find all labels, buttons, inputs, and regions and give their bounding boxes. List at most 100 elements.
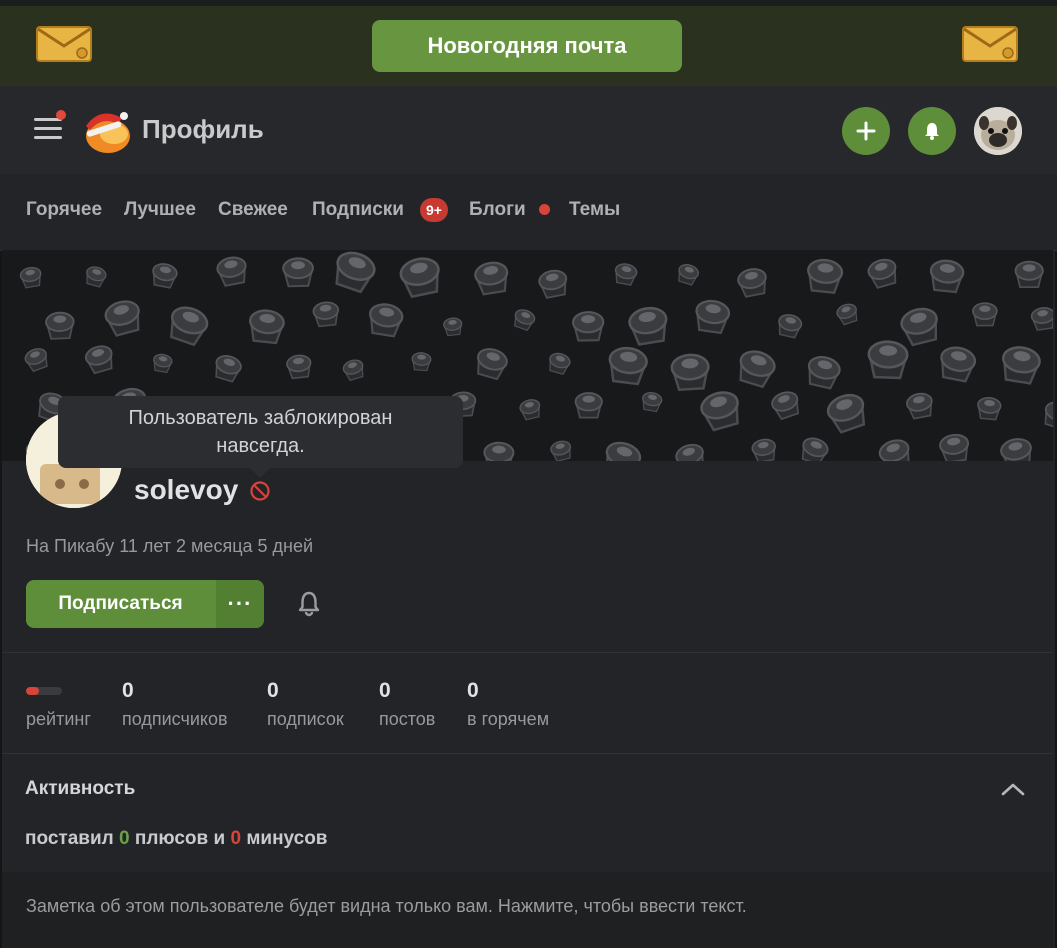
cupcake-pattern-icon	[538, 269, 568, 299]
cupcake-pattern-icon	[614, 263, 638, 286]
posts-label[interactable]: постов	[379, 709, 435, 730]
cupcake-pattern-icon	[249, 309, 285, 345]
tab-fresh[interactable]: Свежее	[218, 199, 288, 221]
following-count[interactable]: 0	[267, 679, 279, 703]
cupcake-pattern-icon	[369, 303, 404, 338]
feed-tabs: Горячее Лучшее Свежее Подписки 9+ Блоги …	[0, 174, 1057, 251]
cupcake-pattern-icon	[642, 391, 663, 413]
add-post-button[interactable]	[842, 107, 890, 155]
cupcake-pattern-icon	[86, 266, 107, 288]
cupcake-pattern-icon	[605, 441, 642, 461]
new-year-mail-button[interactable]: Новогодняя почта	[372, 20, 682, 72]
page-title: Профиль	[142, 114, 264, 144]
cupcake-pattern-icon	[801, 437, 829, 461]
cupcake-pattern-icon	[169, 306, 209, 347]
blogs-new-dot	[539, 204, 550, 215]
cupcake-pattern-icon	[1014, 260, 1044, 289]
hot-count[interactable]: 0	[467, 679, 479, 703]
chevron-up-icon[interactable]	[1000, 780, 1026, 798]
cupcake-pattern-icon	[335, 251, 376, 294]
cupcake-pattern-icon	[900, 307, 938, 347]
menu-icon[interactable]	[34, 110, 66, 144]
cupcake-pattern-icon	[514, 309, 536, 332]
subscriptions-badge: 9+	[420, 198, 448, 222]
cupcake-pattern-icon	[906, 392, 933, 420]
cupcake-pattern-icon	[670, 353, 710, 391]
tab-best[interactable]: Лучшее	[124, 199, 196, 221]
cupcake-pattern-icon	[474, 261, 509, 296]
notification-dot	[56, 110, 66, 120]
cupcake-pattern-icon	[550, 440, 572, 461]
notifications-button[interactable]	[908, 107, 956, 155]
cupcake-pattern-icon	[929, 259, 965, 294]
cupcake-pattern-icon	[477, 348, 508, 381]
rating-label: рейтинг	[26, 709, 91, 729]
envelope-icon[interactable]	[962, 26, 1018, 62]
tab-blogs[interactable]: Блоги	[469, 199, 526, 221]
pikabu-logo[interactable]	[80, 104, 132, 156]
followers-count[interactable]: 0	[122, 679, 134, 703]
cupcake-pattern-icon	[572, 311, 605, 342]
user-note-placeholder[interactable]: Заметка об этом пользователе будет видна…	[26, 896, 747, 917]
cupcake-pattern-icon	[45, 311, 75, 340]
cupcake-pattern-icon	[342, 359, 364, 382]
activity-suffix: минусов	[246, 828, 328, 849]
activity-title: Активность	[25, 778, 136, 799]
cupcake-pattern-icon	[312, 301, 340, 328]
subscribe-button[interactable]: Подписаться	[26, 580, 215, 628]
cupcake-pattern-icon	[739, 350, 776, 389]
cupcake-pattern-icon	[153, 353, 173, 374]
tooltip-line-2: навсегда.	[216, 435, 305, 457]
member-since: На Пикабу 11 лет 2 месяца 5 дней	[26, 536, 314, 556]
more-options-button[interactable]: ···	[216, 580, 264, 628]
promo-bar: Новогодняя почта	[0, 0, 1057, 86]
pug-avatar-image	[974, 107, 1022, 155]
bell-icon	[925, 123, 939, 140]
plus-icon	[856, 121, 876, 141]
user-avatar[interactable]	[974, 107, 1022, 155]
cupcake-pattern-icon	[939, 433, 970, 461]
activity-middle: плюсов и	[134, 828, 226, 849]
cupcake-pattern-icon	[807, 356, 841, 390]
cupcake-pattern-icon	[19, 266, 42, 289]
cupcake-pattern-icon	[678, 264, 700, 286]
tab-subscriptions[interactable]: Подписки	[312, 199, 404, 221]
tab-hot[interactable]: Горячее	[26, 199, 102, 221]
followers-label[interactable]: подписчиков	[122, 709, 228, 730]
cupcake-pattern-icon	[695, 299, 731, 335]
cupcake-pattern-icon	[807, 258, 844, 295]
tab-topics[interactable]: Темы	[569, 199, 620, 221]
cupcake-pattern-icon	[399, 257, 440, 299]
cupcake-pattern-icon	[574, 392, 603, 419]
posts-count[interactable]: 0	[379, 679, 391, 703]
cupcake-pattern-icon	[737, 268, 767, 298]
cupcake-pattern-icon	[411, 352, 432, 372]
cupcake-pattern-icon	[826, 393, 866, 434]
cupcake-pattern-icon	[152, 263, 178, 289]
cupcake-pattern-icon	[286, 354, 312, 380]
cupcake-pattern-icon	[215, 355, 242, 383]
bell-icon[interactable]	[296, 590, 322, 618]
cupcake-pattern-icon	[940, 346, 977, 383]
following-label[interactable]: подписок	[267, 709, 344, 730]
minus-count: 0	[230, 828, 242, 849]
cupcake-pattern-icon	[549, 352, 571, 376]
header: Профиль	[0, 86, 1057, 175]
banned-icon[interactable]	[249, 480, 271, 502]
cupcake-pattern-icon	[878, 439, 910, 461]
hot-label[interactable]: в горячем	[467, 709, 549, 730]
activity-summary: поставил 0 плюсов и 0 минусов	[25, 828, 328, 850]
cupcake-pattern-icon	[751, 438, 776, 461]
cupcake-pattern-icon	[216, 256, 247, 287]
cupcake-pattern-icon	[836, 303, 858, 326]
cupcake-pattern-icon	[977, 396, 1002, 421]
cupcake-pattern-icon	[608, 346, 648, 386]
cupcake-pattern-icon	[1000, 438, 1032, 461]
cupcake-pattern-icon	[675, 443, 705, 461]
cupcake-pattern-icon	[519, 399, 541, 421]
divider	[2, 753, 1053, 754]
cupcake-pattern-icon	[443, 317, 463, 337]
cupcake-pattern-icon	[778, 314, 803, 339]
cupcake-pattern-icon	[1030, 307, 1053, 331]
envelope-icon[interactable]	[36, 26, 92, 62]
